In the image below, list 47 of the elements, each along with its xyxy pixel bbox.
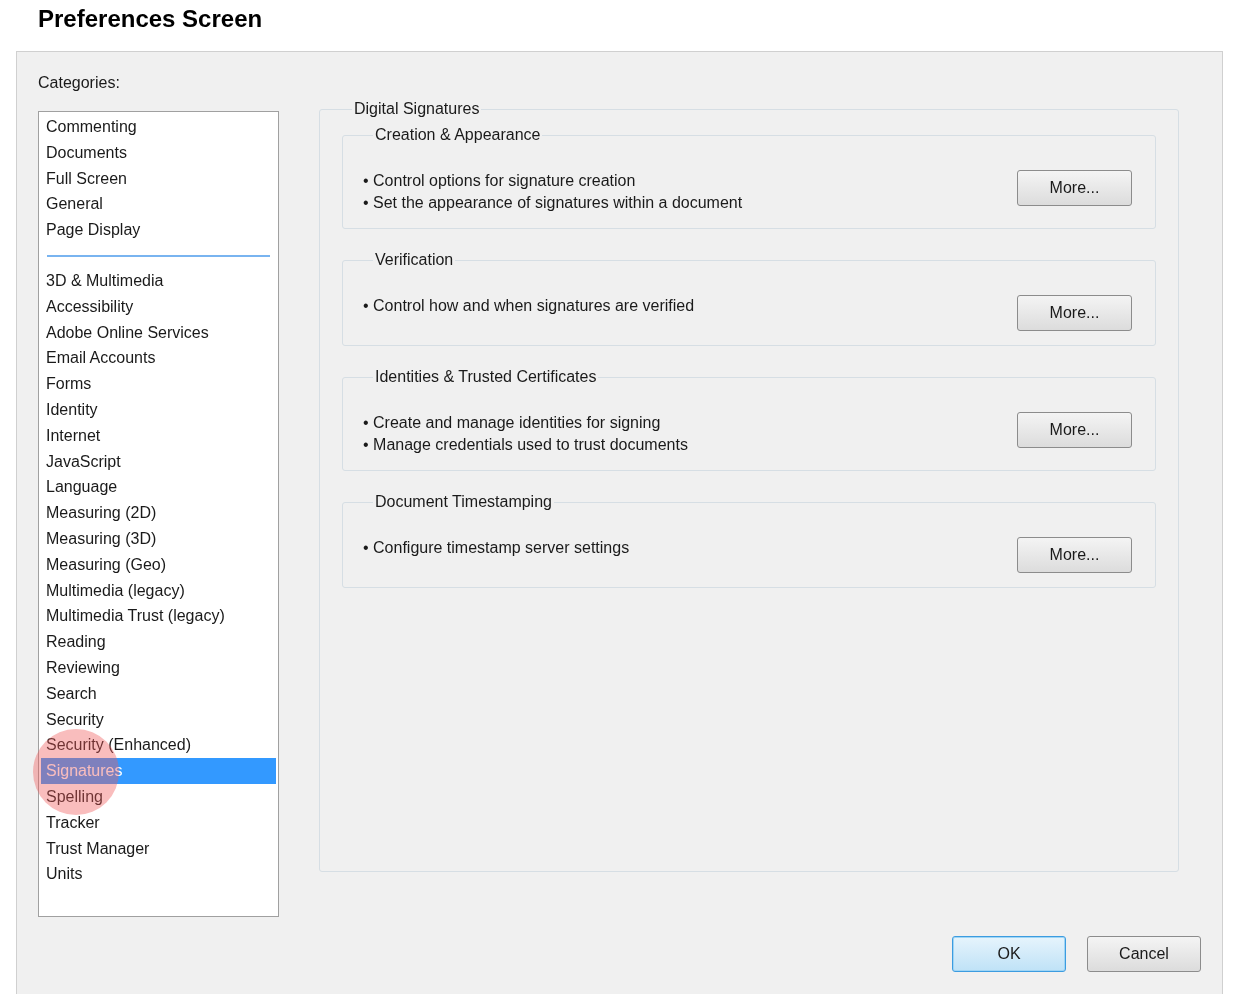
category-item[interactable]: Security [41, 706, 276, 733]
category-item[interactable]: Measuring (2D) [41, 500, 276, 526]
category-item[interactable]: General [41, 191, 276, 218]
bullet-text: • Control how and when signatures are verified [363, 296, 695, 316]
page-title: Preferences Screen [37, 4, 264, 34]
category-item[interactable]: Multimedia (legacy) [41, 577, 276, 604]
category-item[interactable]: Reading [41, 629, 276, 655]
category-item[interactable]: JavaScript [41, 448, 276, 475]
dialog-button[interactable]: Cancel [1087, 936, 1201, 972]
category-item[interactable]: Language [41, 474, 276, 501]
group-title: Digital Signatures [353, 100, 481, 118]
bullet-text: • Control options for signature creation [363, 171, 637, 191]
category-item[interactable]: Identity [41, 396, 276, 423]
bullet-text: • Create and manage identities for signing [363, 413, 662, 433]
category-item[interactable]: Internet [41, 422, 276, 449]
category-item[interactable]: Commenting [41, 114, 276, 140]
section-title: Creation & Appearance [374, 126, 542, 144]
section-title: Identities & Trusted Certificates [374, 368, 598, 386]
more-button[interactable]: More... [1017, 537, 1132, 573]
bullet-text: • Configure timestamp server settings [363, 538, 630, 558]
category-item[interactable]: Tracker [41, 809, 276, 836]
category-item[interactable]: Security (Enhanced) [41, 732, 276, 759]
category-item[interactable]: Page Display [41, 217, 276, 243]
more-button[interactable]: More... [1017, 170, 1132, 206]
more-button[interactable]: More... [1017, 412, 1132, 448]
dialog-button[interactable]: OK [952, 936, 1066, 972]
category-item[interactable]: Search [41, 680, 276, 707]
category-item[interactable]: Email Accounts [41, 345, 276, 372]
bullet-text: • Manage credentials used to trust documents [363, 435, 688, 455]
category-item[interactable]: 3D & Multimedia [41, 268, 276, 294]
category-item[interactable]: Reviewing [41, 654, 276, 681]
category-item[interactable]: Documents [41, 139, 276, 166]
section-title: Verification [374, 251, 455, 269]
categories-label: Categories: [38, 74, 121, 93]
category-item[interactable]: Measuring (Geo) [41, 551, 276, 578]
bullet-text: • Set the appearance of signatures within a document [363, 193, 743, 213]
category-item[interactable]: Adobe Online Services [41, 319, 276, 346]
category-item[interactable]: Accessibility [41, 293, 276, 320]
category-item[interactable]: Measuring (3D) [41, 525, 276, 552]
category-item[interactable]: Multimedia Trust (legacy) [41, 603, 276, 630]
category-item[interactable]: Spelling [41, 783, 276, 810]
category-item[interactable]: Units [41, 861, 276, 888]
category-item[interactable]: Full Screen [41, 165, 276, 192]
category-item[interactable]: Forms [41, 371, 276, 397]
category-item[interactable]: Trust Manager [41, 835, 276, 862]
more-button[interactable]: More... [1017, 295, 1132, 331]
section-title: Document Timestamping [374, 493, 553, 511]
